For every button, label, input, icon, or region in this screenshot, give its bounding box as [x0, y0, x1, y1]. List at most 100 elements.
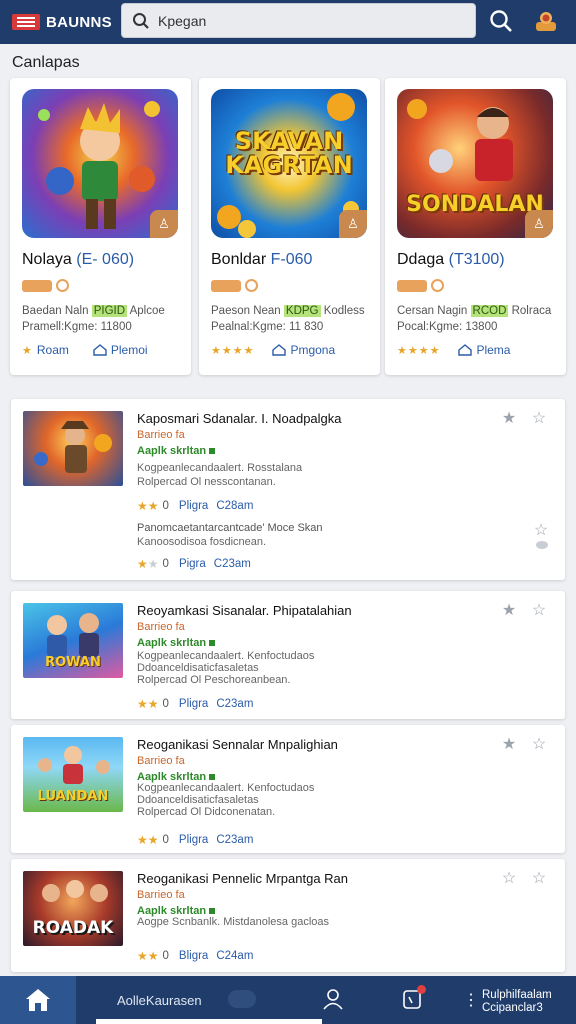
list-rating: ★★ 0 Pligra C23am [137, 697, 254, 711]
list-desc-line: Kanoosodisoa fosdicnean. [137, 536, 267, 548]
search-button-icon[interactable] [488, 8, 514, 34]
list-desc-line: Kogpeanlecandaalert. Rosstalana [137, 462, 303, 474]
list-link[interactable]: Pigra [179, 558, 206, 570]
list-desc-line: Rolpercad Ol Didconenatan. [137, 806, 276, 818]
nav-label[interactable]: AolleKaurasen [117, 993, 202, 1008]
badge-icon: ♙ [525, 210, 553, 238]
section-title: Canlapas [12, 54, 80, 71]
list-subtitle: Barrieo fa [137, 889, 185, 901]
list-title: Kaposmari Sdanalar. I. Noadpalgka [137, 411, 342, 426]
game-art: SONDALAN ♙ [397, 89, 553, 238]
notification-badge [417, 985, 426, 994]
list-rating: ★★ 0 Pligra C28am [137, 499, 254, 513]
list-thumbnail: ROADAK [23, 871, 123, 946]
list-rating: ★★ 0 Bligra C24am [137, 949, 254, 963]
platform-link[interactable]: Pmgona [272, 343, 335, 357]
card-meta-label: Roam [36, 343, 69, 357]
rating-stars-icon: ★★ [137, 833, 159, 847]
card-description: Paeson Nean KDPG Kodless Pealnal:Kgme: 1… [211, 305, 365, 333]
star-outline-icon[interactable]: ☆ [531, 737, 547, 753]
star-outline-icon[interactable]: ☆ [531, 411, 547, 427]
search-icon [133, 12, 149, 29]
art-title: SKAVAN KAGRTAN [225, 127, 353, 179]
profile-icon[interactable] [534, 9, 558, 33]
app-logo[interactable]: BAUNNS [12, 14, 112, 31]
featured-card[interactable]: SONDALAN ♙ Ddaga (T3100) Cersan Nagin RC… [385, 78, 566, 375]
list-link[interactable]: Pligra [179, 834, 208, 846]
star-outline-icon[interactable]: ☆ [531, 871, 547, 887]
card-title: Nolaya (E- 060) [22, 251, 135, 268]
platform-link[interactable]: Plemoi [93, 343, 148, 357]
rating-stars-icon: ★★ [137, 949, 159, 963]
rating-stars-icon: ★★ [137, 697, 159, 711]
badge-icon: ♙ [339, 210, 367, 238]
star-outline-icon[interactable]: ☆ [531, 603, 547, 619]
home-outline-icon [458, 344, 473, 356]
game-art: ♙ [22, 89, 178, 238]
logo-text: BAUNNS [46, 13, 112, 31]
home-outline-icon [272, 344, 287, 356]
rating-stars-icon: ★★★★ [397, 344, 441, 357]
card-title: Ddaga (T3100) [397, 251, 505, 268]
tag-row [397, 279, 444, 292]
home-icon [26, 989, 50, 1011]
rating-stars-icon: ★ [22, 344, 33, 357]
list-desc-line: Aogpe Scnbanlk. Mistdanolesa gacloas [137, 916, 330, 928]
thumb-title: LUANDAN [37, 789, 109, 804]
list-thumbnail: ROWAN [23, 603, 123, 678]
nav-home[interactable] [0, 976, 76, 1024]
thumb-title: ROADAK [32, 918, 114, 938]
rating-stars-icon: ★★ [137, 499, 159, 513]
game-art: SKAVAN KAGRTAN ♙ [211, 89, 367, 238]
favorite-star-icon[interactable]: ☆ [501, 871, 517, 887]
home-indicator-bar [96, 1019, 322, 1024]
card-meta: ★★★★ Plema [397, 343, 510, 357]
search-input[interactable] [158, 12, 458, 29]
toggle-dot-icon [536, 541, 548, 549]
list-item[interactable]: ROWAN Reoyamkasi Sisanalar. Phipatalahia… [11, 591, 565, 719]
list-desc-line: Panomcaetantarcantcade' Moce Skan [137, 522, 323, 534]
star-outline-icon[interactable]: ☆ [533, 523, 549, 539]
search-box[interactable] [121, 3, 476, 38]
badge-icon: ♙ [150, 210, 178, 238]
list-desc-line: Rolpercad Ol Peschoreanbean. [137, 674, 291, 686]
tag-ring-icon [56, 279, 69, 292]
list-status: Aaplk skrltan [137, 637, 216, 649]
featured-row: ♙ Nolaya (E- 060) Baedan Naln PIGID Aplc… [10, 78, 566, 376]
list-item[interactable]: Kaposmari Sdanalar. I. Noadpalgka Barrie… [11, 399, 565, 580]
nav-notifications[interactable] [402, 985, 426, 1015]
nav-account-text[interactable]: Rulphilfaalam Ccipanclar3 [482, 989, 552, 1015]
list-link[interactable]: Pligra [179, 698, 208, 710]
hero-figure-icon [34, 421, 112, 473]
list-link[interactable]: Pligra [179, 500, 208, 512]
list-item[interactable]: ROADAK Reoganikasi Pennelic Mrpantga Ran… [11, 859, 565, 972]
home-outline-icon [93, 344, 107, 356]
list-subtitle: Barrieo fa [137, 429, 185, 441]
platform-link[interactable]: Plema [458, 343, 510, 357]
list-rating: ★★ 0 Pligra C23am [137, 833, 254, 847]
card-description: Cersan Nagin RCOD Rolraca Pocal:Kgme: 13… [397, 305, 552, 333]
thumb-title: ROWAN [45, 655, 101, 670]
tag-chip [397, 279, 427, 292]
favorite-star-icon[interactable]: ★ [501, 411, 517, 427]
tag-row [211, 279, 258, 292]
more-icon[interactable]: ⋮ [463, 990, 479, 1010]
tag-ring-icon [431, 279, 444, 292]
list-thumbnail: LUANDAN [23, 737, 123, 812]
favorite-star-icon[interactable]: ★ [501, 603, 517, 619]
list-rating: ★★ 0 Pigra C23am [137, 557, 251, 571]
nav-indicator [228, 990, 256, 1008]
featured-card[interactable]: ♙ Nolaya (E- 060) Baedan Naln PIGID Aplc… [10, 78, 191, 375]
favorite-star-icon[interactable]: ★ [501, 737, 517, 753]
list-link[interactable]: Bligra [179, 950, 208, 962]
tag-row [22, 279, 69, 292]
featured-card[interactable]: SKAVAN KAGRTAN ♙ Bonldar F-060 Paeson Ne… [199, 78, 380, 375]
card-meta: ★ Roam Plemoi [22, 343, 148, 357]
logo-icon [12, 14, 40, 30]
list-item[interactable]: LUANDAN Reoganikasi Sennalar Mnpalighian… [11, 725, 565, 853]
list-status: Aaplk skrltan [137, 445, 216, 457]
user-icon[interactable] [322, 988, 344, 1010]
tag-chip [22, 279, 52, 292]
list-title: Reoganikasi Sennalar Mnpalighian [137, 737, 338, 752]
rating-stars-icon: ★★★★ [211, 344, 255, 357]
